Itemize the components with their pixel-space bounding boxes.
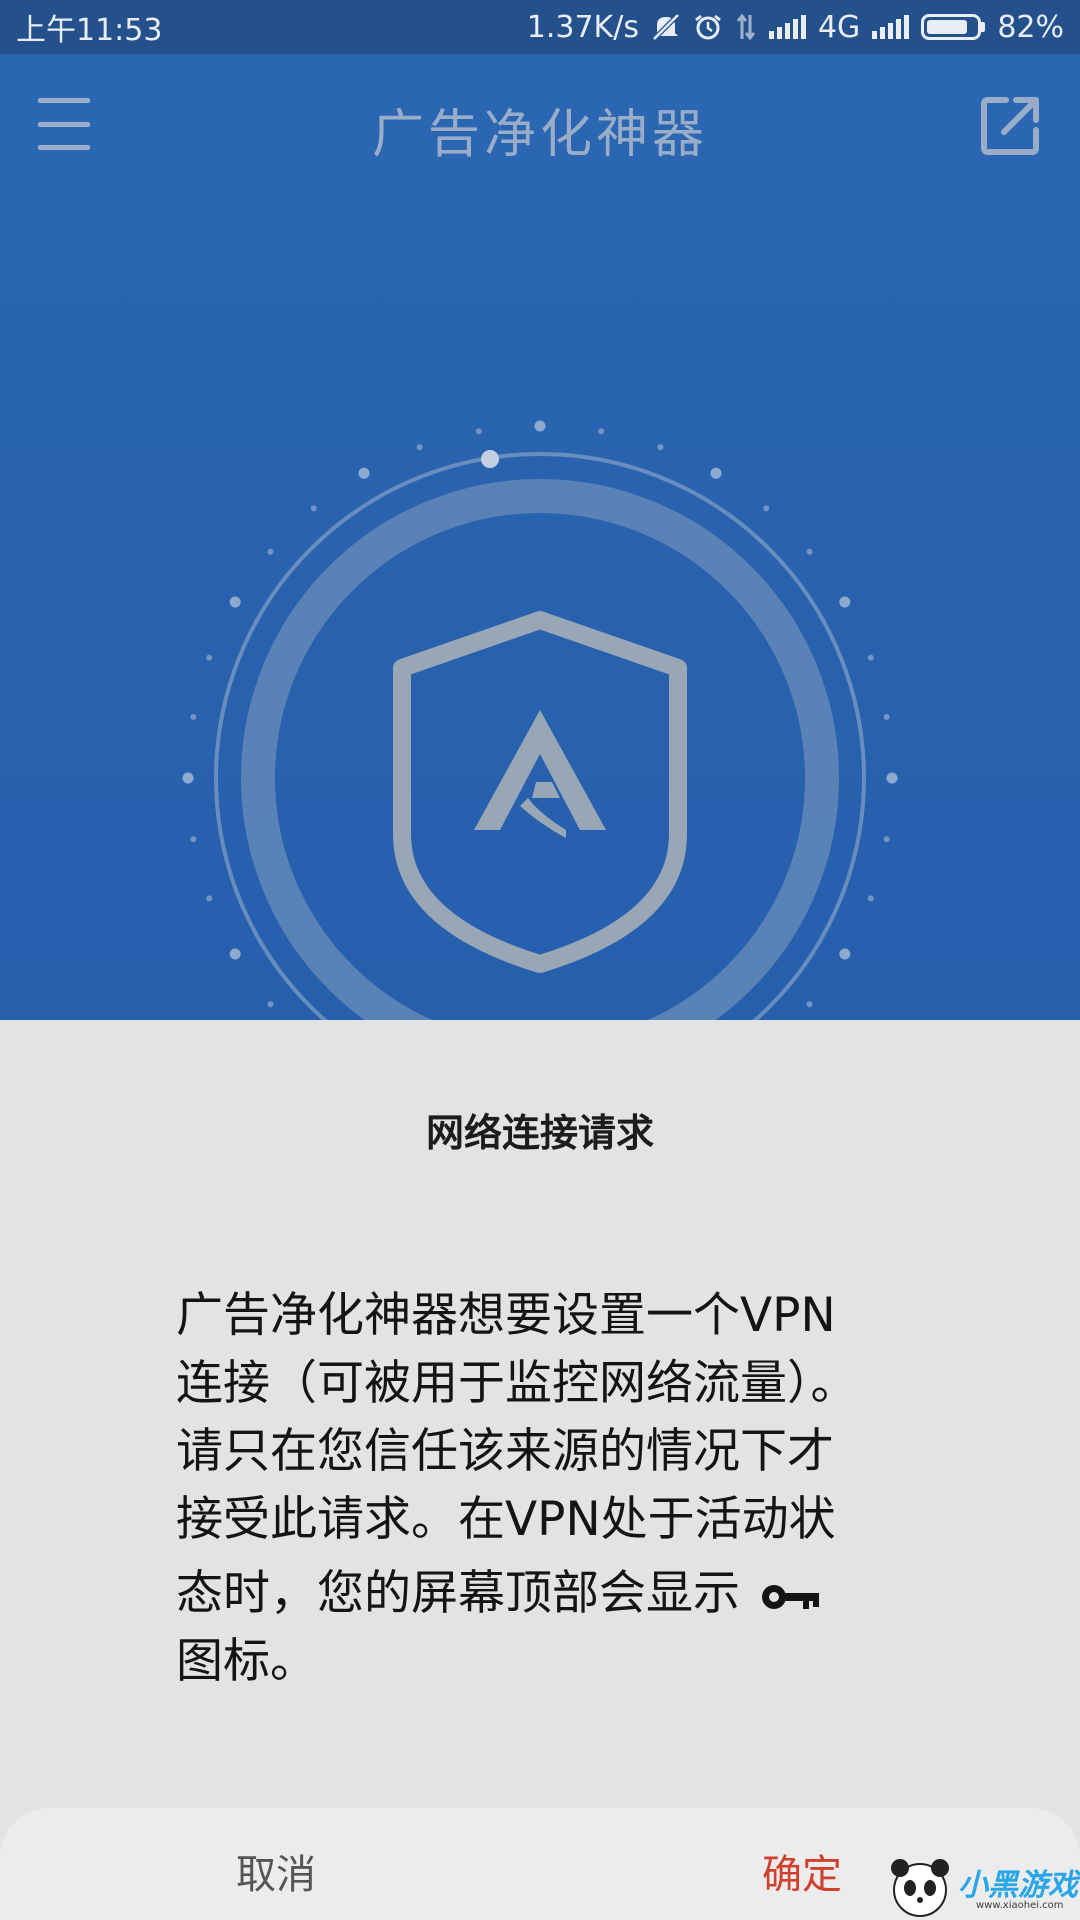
battery-icon — [921, 14, 986, 40]
network-type: 4G — [817, 9, 861, 45]
net-speed: 1.37K/s — [526, 9, 639, 45]
message-line-with-icon: 态时，您的屏幕顶部会显示 — [176, 1560, 916, 1628]
key-icon — [761, 1584, 819, 1609]
alarm-icon — [695, 14, 721, 40]
status-time: 上午11:53 — [16, 13, 163, 48]
status-bar: 上午11:53 1.37K/s 4G 82% — [0, 0, 1080, 54]
panda-icon — [891, 1859, 949, 1917]
message-line: 态时，您的屏幕顶部会显示 — [176, 1566, 740, 1621]
cancel-button[interactable]: 取消 — [196, 1842, 356, 1902]
message-line: 连接（可被用于监控网络流量）。 — [176, 1356, 858, 1411]
message-line: 广告净化神器想要设置一个VPN — [176, 1288, 836, 1343]
battery-percent: 82% — [997, 9, 1064, 45]
dialog-message: 广告净化神器想要设置一个VPN 连接（可被用于监控网络流量）。 请只在您信任该来… — [176, 1282, 916, 1696]
dialog-title: 网络连接请求 — [425, 1111, 654, 1155]
watermark-text: 小黑游戏 — [958, 1868, 1078, 1903]
signal-icon-2 — [872, 15, 910, 39]
message-line: 图标。 — [176, 1634, 317, 1689]
message-line: 请只在您信任该来源的情况下才 — [176, 1424, 834, 1479]
watermark-url: www.xiaohei.com — [976, 1900, 1064, 1911]
data-arrows-icon — [736, 13, 756, 41]
status-icons: 1.37K/s 4G 82% — [527, 10, 1064, 45]
confirm-button[interactable]: 确定 — [722, 1842, 882, 1902]
mute-icon — [652, 13, 680, 41]
battery-fill — [927, 20, 967, 34]
vpn-request-dialog: 网络连接请求 广告净化神器想要设置一个VPN 连接（可被用于监控网络流量）。 请… — [0, 1020, 1080, 1920]
signal-icon — [768, 15, 806, 39]
message-line: 接受此请求。在VPN处于活动状 — [176, 1492, 836, 1547]
watermark-logo: 小黑游戏 www.xiaohei.com — [880, 1852, 1080, 1920]
